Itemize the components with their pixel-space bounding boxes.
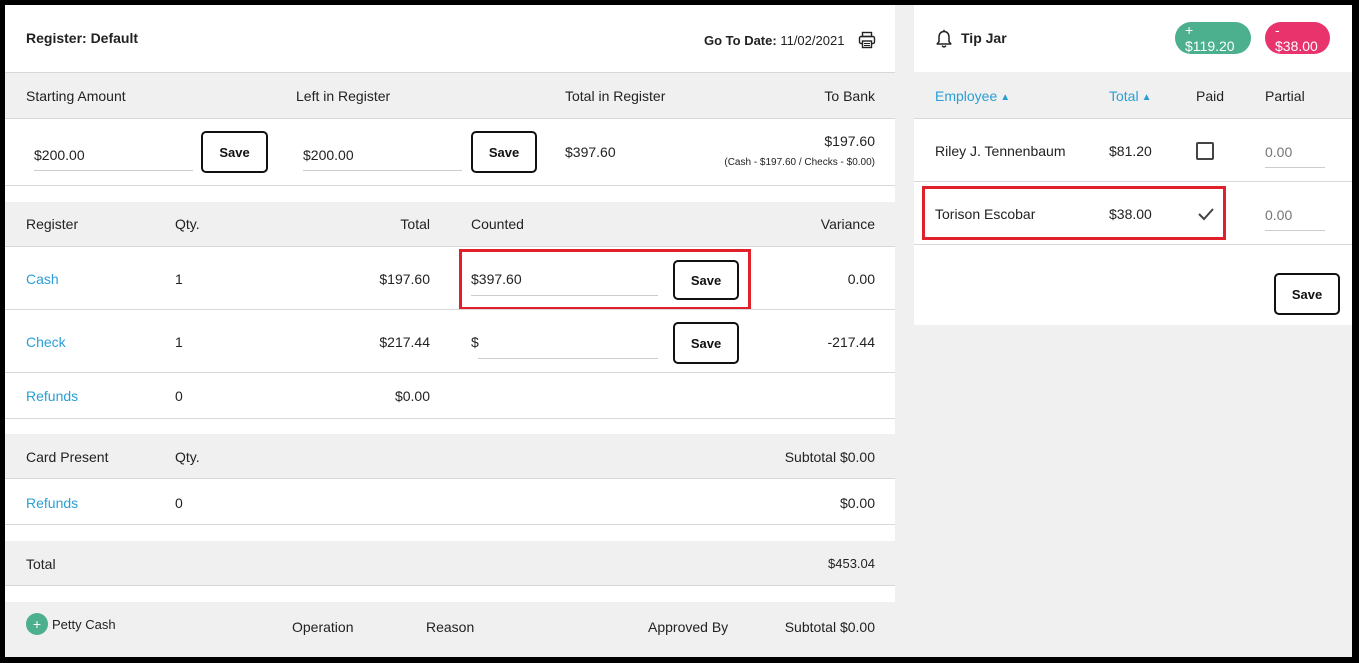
card-present-refunds-link[interactable]: Refunds: [26, 495, 78, 511]
cash-qty: 1: [175, 271, 183, 287]
tip-jar-save-button[interactable]: Save: [1274, 273, 1340, 315]
divider: [5, 418, 895, 419]
sort-icon: ▲︎: [1000, 92, 1011, 103]
summary-header-row: [5, 72, 895, 119]
cash-counted-highlight: [459, 249, 751, 310]
checkbox-icon[interactable]: [1196, 142, 1214, 160]
total-in-register-header: Total in Register: [565, 88, 666, 104]
employee-header-label: Employee: [935, 88, 998, 104]
left-in-register-header: Left in Register: [296, 88, 391, 104]
register-col-header: Register: [26, 216, 79, 232]
starting-amount-header: Starting Amount: [26, 88, 126, 104]
divider: [5, 372, 895, 373]
sort-icon: ▲︎: [1141, 92, 1152, 103]
check-variance: -217.44: [827, 334, 875, 350]
card-present-header-label: Card Present: [26, 449, 109, 465]
cash-variance: 0.00: [847, 271, 875, 287]
page-title: Register: Default: [26, 30, 139, 46]
go-to-date[interactable]: Go To Date: 11/02/2021: [704, 33, 844, 48]
partial-header: Partial: [1265, 88, 1305, 104]
check-counted-save-button[interactable]: Save: [673, 322, 739, 364]
register-row-refunds-link[interactable]: Refunds: [26, 388, 78, 404]
go-to-date-value: 11/02/2021: [780, 33, 845, 48]
check-counted-input[interactable]: [478, 326, 658, 359]
total-sort-header[interactable]: Total ▲︎: [1109, 88, 1151, 104]
printer-icon[interactable]: [858, 31, 876, 49]
counted-col-header: Counted: [471, 216, 524, 232]
total-in-register-value: $397.60: [565, 144, 616, 160]
cash-total: $197.60: [379, 271, 430, 287]
refunds-total: $0.00: [394, 388, 430, 404]
refunds-qty: 0: [175, 388, 183, 404]
total-value: $453.04: [828, 556, 875, 571]
starting-amount-input[interactable]: [34, 139, 193, 171]
divider: [914, 244, 1352, 245]
employee-sort-header[interactable]: Employee ▲︎: [935, 88, 1010, 104]
tip-row-1-partial-input[interactable]: [1265, 136, 1325, 168]
to-bank-value: $197.60: [824, 133, 875, 149]
starting-amount-save-button[interactable]: Save: [201, 131, 268, 173]
check-qty: 1: [175, 334, 183, 350]
divider: [914, 181, 1352, 182]
petty-cash-reason-header: Reason: [426, 619, 475, 635]
tip-row-1-employee: Riley J. Tennenbaum: [935, 143, 1066, 159]
card-present-refunds-qty: 0: [175, 495, 183, 511]
tip-row-2-highlight: [922, 186, 1226, 240]
petty-cash-operation-header: Operation: [292, 619, 354, 635]
paid-header: Paid: [1196, 88, 1225, 104]
to-bank-detail: (Cash - $197.60 / Checks - $0.00): [724, 157, 875, 168]
divider: [5, 309, 895, 310]
total-header-label: Total: [1109, 88, 1139, 104]
card-present-subtotal: Subtotal $0.00: [784, 449, 875, 465]
variance-col-header: Variance: [820, 216, 875, 232]
qty-col-header: Qty.: [175, 216, 200, 232]
tip-row-1-total: $81.20: [1109, 143, 1152, 159]
to-bank-header: To Bank: [824, 88, 875, 104]
total-col-header: Total: [400, 216, 430, 232]
go-to-date-label: Go To Date:: [704, 33, 777, 48]
total-label: Total: [26, 556, 56, 572]
check-total: $217.44: [379, 334, 430, 350]
tip-jar-plus-badge: + $119.20: [1175, 22, 1251, 54]
tip-jar-title: Tip Jar: [961, 30, 1007, 46]
card-present-qty-header: Qty.: [175, 449, 200, 465]
tip-row-2-partial-input[interactable]: [1265, 199, 1325, 231]
tip-jar-minus-badge: - $38.00: [1265, 22, 1330, 54]
petty-cash-label: Petty Cash: [52, 617, 116, 632]
divider: [5, 524, 895, 525]
left-in-register-input[interactable]: [303, 139, 462, 171]
card-present-refunds-total: $0.00: [839, 495, 875, 511]
divider: [5, 185, 895, 186]
petty-cash-subtotal: Subtotal $0.00: [784, 619, 875, 635]
register-table-header: [5, 202, 895, 247]
bell-icon: [936, 29, 952, 48]
app-frame: Register: Default Go To Date: 11/02/2021…: [5, 5, 1352, 657]
register-panel: Register: Default Go To Date: 11/02/2021…: [5, 5, 895, 657]
left-in-register-save-button[interactable]: Save: [471, 131, 537, 173]
register-row-cash-link[interactable]: Cash: [26, 271, 59, 287]
plus-icon[interactable]: +: [26, 613, 48, 635]
tip-jar-panel: Tip Jar + $119.20 - $38.00 Employee ▲︎ To…: [914, 5, 1352, 325]
total-row: [5, 541, 895, 586]
register-row-check-link[interactable]: Check: [26, 334, 66, 350]
